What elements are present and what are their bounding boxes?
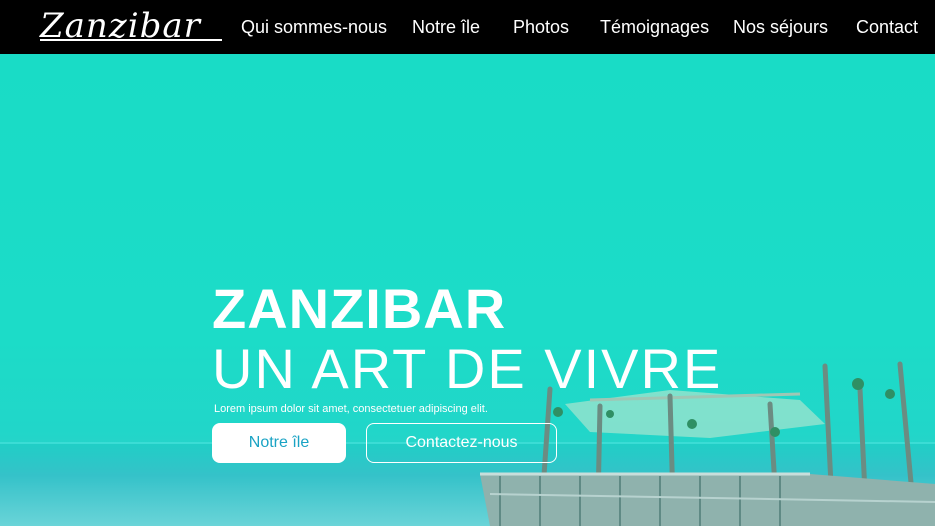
nav-link-temoignages[interactable]: Témoignages [600, 17, 709, 37]
contactez-nous-button[interactable]: Contactez-nous [366, 423, 557, 463]
hero-subtitle: UN ART DE VIVRE [212, 337, 723, 400]
nav-link-nos-sejours[interactable]: Nos séjours [733, 17, 828, 37]
nav-link-contact[interactable]: Contact [856, 17, 918, 37]
nav-link-qui-sommes-nous[interactable]: Qui sommes-nous [241, 17, 387, 37]
hero-title: ZANZIBAR [212, 277, 507, 340]
nav-link-notre-ile[interactable]: Notre île [412, 17, 480, 37]
nav-link-photos[interactable]: Photos [513, 17, 569, 37]
navbar: Zanzibar Qui sommes-nous Notre île Photo… [0, 0, 935, 54]
notre-ile-button[interactable]: Notre île [212, 423, 346, 463]
hero-text: Lorem ipsum dolor sit amet, consectetuer… [214, 403, 488, 415]
hero-section: ZANZIBAR UN ART DE VIVRE Lorem ipsum dol… [0, 54, 935, 526]
nav-links: Qui sommes-nous Notre île Photos Témoign… [0, 0, 935, 54]
